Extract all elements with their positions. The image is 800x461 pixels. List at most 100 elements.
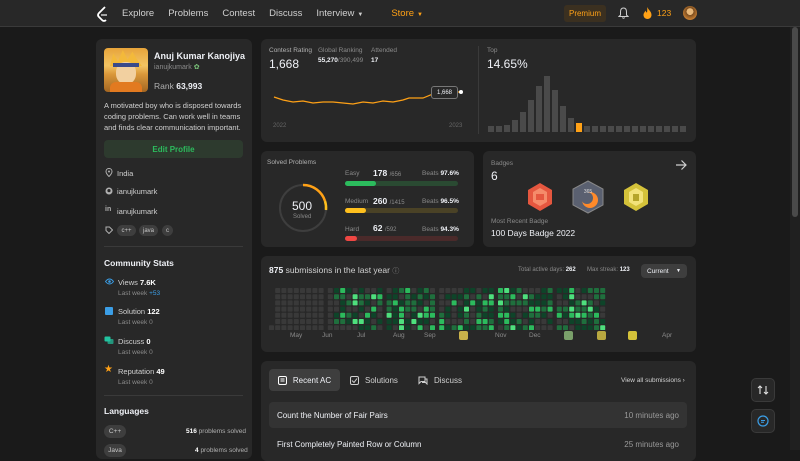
heatmap-cell[interactable] [318,306,324,312]
heatmap-cell[interactable] [306,319,312,324]
heatmap-cell[interactable] [287,300,293,306]
heatmap-cell[interactable] [563,288,568,293]
heatmap-cell[interactable] [439,288,445,293]
heatmap-cell[interactable] [275,319,281,324]
heatmap-cell[interactable] [569,306,575,312]
heatmap-cell[interactable] [581,288,587,293]
heatmap-cell[interactable] [352,325,358,330]
heatmap-cell[interactable] [306,288,312,293]
heatmap-cell[interactable] [451,325,457,330]
arrow-right-icon[interactable] [675,159,687,171]
heatmap-cell[interactable] [318,319,324,324]
heatmap-cell[interactable] [445,300,451,306]
heatmap-cell[interactable] [600,319,606,324]
heatmap-cell[interactable] [464,288,469,293]
heatmap-cell[interactable] [312,319,318,324]
heatmap-cell[interactable] [430,312,435,318]
heatmap-cell[interactable] [470,294,476,300]
heatmap-cell[interactable] [587,288,593,293]
heatmap-cell[interactable] [287,288,293,293]
heatmap-cell[interactable] [439,306,445,312]
heatmap-cell[interactable] [516,288,522,293]
heatmap-cell[interactable] [430,300,435,306]
heatmap-cell[interactable] [346,300,352,306]
heatmap-cell[interactable] [327,294,333,300]
heatmap-cell[interactable] [417,306,423,312]
heatmap-cell[interactable] [430,325,435,330]
heatmap-cell[interactable] [392,288,398,293]
heatmap-cell[interactable] [541,319,547,324]
heatmap-cell[interactable] [430,288,435,293]
heatmap-cell[interactable] [482,312,488,318]
heatmap-cell[interactable] [269,307,274,312]
heatmap-cell[interactable] [327,312,333,318]
heatmap-cell[interactable] [399,319,404,324]
heatmap-cell[interactable] [529,325,534,330]
heatmap-cell[interactable] [275,294,281,300]
list-item[interactable]: First Completely Painted Row or Column 2… [269,431,687,457]
heatmap-cell[interactable] [392,319,398,324]
heatmap-cell[interactable] [575,306,581,312]
heatmap-cell[interactable] [386,294,392,300]
heatmap-cell[interactable] [327,319,333,324]
heatmap-cell[interactable] [516,294,522,300]
heatmap-cell[interactable] [423,306,429,312]
heatmap-cell[interactable] [547,288,553,293]
heatmap-cell[interactable] [346,325,352,330]
heatmap-cell[interactable] [358,294,364,300]
heatmap-cell[interactable] [529,294,534,300]
heatmap-cell[interactable] [488,294,494,300]
skill-tag[interactable]: java [139,225,158,236]
heatmap-cell[interactable] [522,294,528,300]
heatmap-cell[interactable] [411,306,417,312]
heatmap-cell[interactable] [569,312,575,318]
heatmap-cell[interactable] [405,319,411,324]
heatmap-cell[interactable] [287,306,293,312]
linkedin-link[interactable]: ianujkumark [117,207,157,216]
heatmap-cell[interactable] [346,312,352,318]
heatmap-cell[interactable] [575,319,581,324]
heatmap-cell[interactable] [371,288,377,293]
heatmap-cell[interactable] [352,312,358,318]
heatmap-cell[interactable] [516,300,522,306]
heatmap-cell[interactable] [340,294,346,300]
heatmap-cell[interactable] [399,325,404,330]
heatmap-cell[interactable] [504,300,510,306]
heatmap-cell[interactable] [439,312,445,318]
heatmap-cell[interactable] [439,294,445,300]
heatmap-cell[interactable] [504,319,510,324]
heatmap-cell[interactable] [587,300,593,306]
heatmap-cell[interactable] [476,288,482,293]
heatmap-cell[interactable] [327,306,333,312]
heatmap-cell[interactable] [306,325,312,330]
heatmap-cell[interactable] [365,288,370,293]
heatmap-cell[interactable] [399,312,404,318]
heatmap-cell[interactable] [600,325,606,330]
user-avatar[interactable] [683,6,697,20]
heatmap-cell[interactable] [269,294,274,299]
heatmap-cell[interactable] [439,325,445,330]
heatmap-cell[interactable] [358,306,364,312]
heatmap-cell[interactable] [430,306,435,312]
heatmap-cell[interactable] [457,300,463,306]
heatmap-cell[interactable] [417,300,423,306]
heatmap-cell[interactable] [417,294,423,300]
heatmap-cell[interactable] [600,300,606,306]
heatmap-cell[interactable] [365,312,370,318]
heatmap-cell[interactable] [464,319,469,324]
heatmap-cell[interactable] [451,306,457,312]
heatmap-cell[interactable] [516,325,522,330]
heatmap-cell[interactable] [600,294,606,300]
heatmap-cell[interactable] [423,319,429,324]
github-link[interactable]: ianujkumark [117,187,157,196]
heatmap-cell[interactable] [334,300,339,306]
heatmap-cell[interactable] [600,288,606,293]
heatmap-cell[interactable] [334,294,339,300]
heatmap-cell[interactable] [439,319,445,324]
heatmap-cell[interactable] [405,325,411,330]
heatmap-cell[interactable] [430,294,435,300]
heatmap-cell[interactable] [300,312,305,318]
heatmap-cell[interactable] [312,306,318,312]
heatmap-cell[interactable] [581,312,587,318]
heatmap-cell[interactable] [306,300,312,306]
